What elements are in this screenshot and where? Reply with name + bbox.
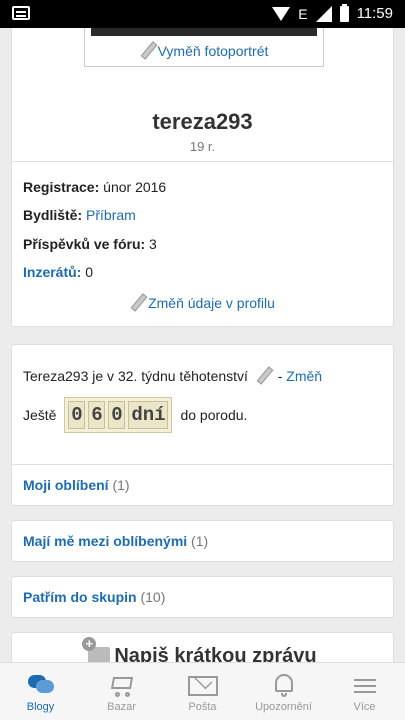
write-message-label: Napiš krátkou zprávu — [114, 645, 317, 662]
groups-item[interactable]: Patřím do skupin (10) — [11, 576, 394, 618]
shopping-cart-icon — [107, 671, 137, 699]
list-item-label: Moji oblíbení — [23, 477, 109, 493]
battery-icon — [339, 3, 349, 22]
hamburger-menu-icon — [350, 671, 380, 699]
counter-digit: 6 — [88, 401, 106, 429]
envelope-icon — [187, 670, 218, 699]
signal-icon — [315, 5, 332, 22]
separator: - — [277, 368, 283, 384]
nav-bazaar[interactable]: Bazar — [81, 663, 162, 720]
list-item-count: (1) — [112, 477, 130, 493]
ads-link[interactable]: Inzerátů: — [23, 264, 81, 280]
change-photo-link[interactable]: Vyměň fotoportrét — [85, 42, 323, 59]
nav-more[interactable]: Více — [324, 663, 405, 720]
profile-photo[interactable]: Vyměň fotoportrét — [84, 28, 324, 67]
wifi-icon — [272, 6, 291, 21]
nav-label: Pošta — [188, 701, 217, 713]
pregnancy-text: Tereza293 je v 32. týdnu těhotenství — [23, 368, 248, 384]
counter-digit: 0 — [108, 401, 126, 429]
registration-label: Registrace: — [23, 179, 100, 195]
bottom-navigation: Blogy Bazar Pošta Upozornění Více — [0, 662, 405, 720]
ads-row: Inzerátů: 0 — [23, 264, 93, 280]
edit-profile-link[interactable]: Změň údaje v profilu — [12, 294, 393, 311]
pencil-icon[interactable] — [256, 367, 270, 383]
forum-posts-label: Příspěvků ve fóru: — [23, 236, 146, 252]
bell-icon — [269, 671, 299, 699]
nav-label: Blogy — [26, 701, 55, 713]
network-type-label: E — [298, 5, 308, 22]
profile-content[interactable]: Vyměň fotoportrét tereza293 19 r. Regist… — [0, 28, 405, 662]
nav-label: Více — [353, 701, 376, 713]
residence-label: Bydliště: — [23, 207, 83, 223]
list-item-count: (1) — [191, 533, 209, 549]
change-pregnancy-link[interactable]: Změň — [286, 368, 322, 384]
username: tereza293 — [152, 109, 253, 134]
add-message-icon — [82, 637, 111, 662]
profile-card: Vyměň fotoportrét tereza293 19 r. — [11, 28, 394, 174]
forum-posts-row: Příspěvků ve fóru: 3 — [23, 236, 157, 252]
status-bar: E 11:59 — [0, 0, 405, 28]
status-icons: E 11:59 — [272, 3, 393, 22]
list-item-label: Mají mě mezi oblíbenými — [23, 533, 188, 549]
counter-suffix: do porodu. — [180, 407, 248, 423]
profile-photo-image — [91, 28, 317, 36]
nav-notifications[interactable]: Upozornění — [243, 663, 324, 720]
days-counter: 0 6 0 dní — [64, 397, 173, 433]
registration-value: únor 2016 — [103, 179, 167, 195]
forum-posts-value: 3 — [149, 236, 157, 252]
registration-row: Registrace: únor 2016 — [23, 179, 166, 195]
profile-info-card: Registrace: únor 2016 Bydliště: Příbram … — [11, 161, 394, 327]
pencil-icon — [130, 294, 144, 310]
nav-label: Upozornění — [255, 701, 312, 713]
nav-mail[interactable]: Pošta — [162, 663, 243, 720]
pregnancy-status: Tereza293 je v 32. týdnu těhotenství - Z… — [23, 367, 322, 384]
message-notification-icon — [12, 6, 30, 20]
list-item-label: Patřím do skupin — [23, 589, 137, 605]
pregnancy-card: Tereza293 je v 32. týdnu těhotenství - Z… — [11, 344, 394, 476]
favorited-by-item[interactable]: Mají mě mezi oblíbenými (1) — [11, 520, 394, 562]
clock: 11:59 — [356, 5, 393, 22]
nav-label: Bazar — [107, 701, 136, 713]
favorites-item[interactable]: Moji oblíbení (1) — [11, 464, 394, 506]
pencil-icon — [140, 42, 154, 58]
change-photo-label: Vyměň fotoportrét — [157, 43, 269, 59]
edit-profile-label: Změň údaje v profilu — [148, 295, 275, 311]
write-message-button[interactable]: Napiš krátkou zprávu — [11, 632, 394, 662]
list-item-count: (10) — [140, 589, 166, 605]
counter-unit: dní — [128, 401, 169, 429]
ads-value: 0 — [85, 264, 94, 280]
counter-prefix: Ještě — [23, 407, 57, 423]
nav-blogs[interactable]: Blogy — [0, 663, 81, 720]
user-age: 19 r. — [189, 139, 216, 154]
counter-digit: 0 — [68, 401, 86, 429]
residence-link[interactable]: Příbram — [86, 207, 136, 223]
residence-row: Bydliště: Příbram — [23, 207, 136, 223]
chat-bubbles-icon — [26, 671, 56, 699]
due-date-counter-row: Ještě 0 6 0 dní do porodu. — [23, 397, 247, 433]
